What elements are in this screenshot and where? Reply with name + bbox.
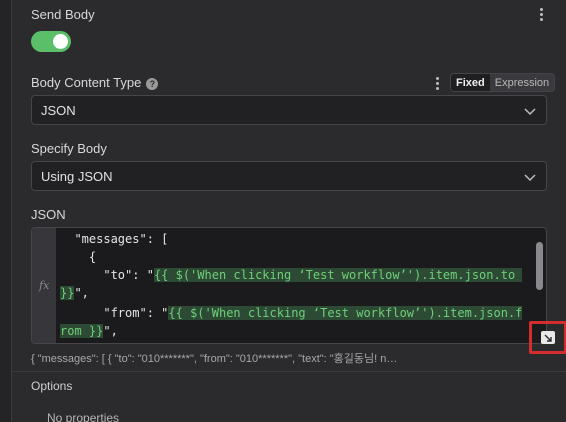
code-content[interactable]: "messages": [ { "to": "{{ $('When clicki…	[56, 228, 532, 343]
body-content-type-value: JSON	[41, 103, 76, 118]
expression-highlight: {{ $('When clicking ‘Test workflow’').it…	[168, 306, 523, 320]
code-line: "messages": [	[74, 232, 169, 246]
mode-fixed-tab[interactable]: Fixed	[451, 74, 490, 91]
mode-expression-tab[interactable]: Expression	[490, 74, 554, 91]
editor-scrollbar[interactable]	[536, 242, 543, 290]
json-result-preview: { "messages": [ { "to": "010*******", "f…	[31, 353, 398, 365]
expression-highlight: }}	[60, 286, 75, 300]
expression-highlight: {{ $('When clicking ‘Test workflow’').it…	[153, 268, 523, 282]
options-label: Options	[31, 379, 73, 393]
fixed-expression-toggle: Fixed Expression	[450, 73, 556, 92]
body-content-type-select[interactable]: JSON	[31, 95, 547, 125]
code-line: {	[88, 250, 97, 264]
code-line: "from": "{{ $('When clicking ‘Test workf…	[103, 306, 523, 320]
code-line: }}",	[60, 286, 89, 300]
fx-icon: fx	[39, 279, 50, 292]
json-code-editor[interactable]: fx "messages": [ { "to": "{{ $('When cli…	[31, 227, 547, 344]
send-body-toggle[interactable]	[31, 31, 71, 52]
left-gutter	[0, 0, 12, 422]
toggle-knob	[53, 34, 68, 49]
parameters-panel: Send Body Body Content Type? Fixed Expre…	[12, 0, 566, 422]
chevron-down-icon	[524, 174, 536, 182]
chevron-down-icon	[524, 108, 536, 116]
json-label: JSON	[31, 207, 66, 222]
body-content-type-label: Body Content Type?	[31, 75, 159, 90]
specify-body-select[interactable]: Using JSON	[31, 161, 547, 191]
expand-editor-icon	[541, 331, 555, 344]
divider	[12, 371, 566, 372]
kebab-menu-icon[interactable]	[536, 6, 546, 22]
kebab-menu-icon[interactable]	[432, 75, 442, 91]
expression-highlight: rom }}	[60, 324, 104, 338]
specify-body-value: Using JSON	[41, 169, 113, 184]
fx-gutter: fx	[32, 228, 56, 343]
help-icon[interactable]: ?	[146, 78, 159, 90]
no-properties-text: No properties	[47, 411, 120, 422]
body-content-type-text: Body Content Type	[31, 75, 142, 90]
code-line: rom }}",	[60, 324, 118, 338]
specify-body-label: Specify Body	[31, 141, 107, 156]
code-line: "to": "{{ $('When clicking ‘Test workflo…	[103, 268, 523, 282]
send-body-label: Send Body	[31, 7, 95, 22]
